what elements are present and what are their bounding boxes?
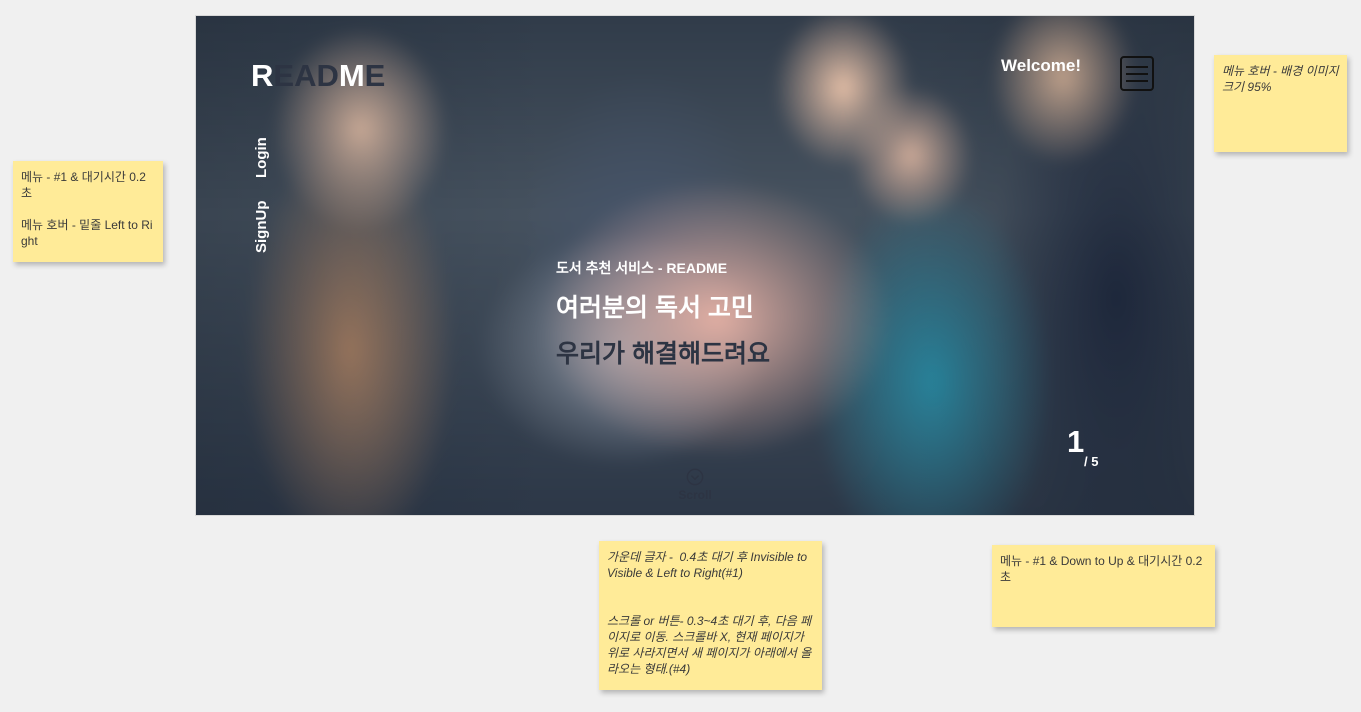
sticky-note-center-text: 가운데 글자 - 0.4초 대기 후 Invisible to Visible … [599,541,822,690]
signup-link[interactable]: SignUp [253,201,270,254]
hero-headline-1: 여러분의 독서 고민 [556,294,754,322]
logo-letter-r: R [251,58,274,93]
hero-subtitle: 도서 추천 서비스 - README [556,260,728,276]
logo[interactable]: README [251,58,385,94]
login-link[interactable]: Login [253,137,270,178]
chevron-down-circle-icon [686,468,704,486]
sticky-note-page-indicator: 메뉴 - #1 & Down to Up & 대기시간 0.2초 [992,545,1215,627]
page-indicator-current: 1 [1067,424,1085,459]
page-indicator-total: / 5 [1084,454,1099,469]
logo-letter-m: M [338,58,365,93]
logo-letters-ead: EAD [273,58,339,93]
welcome-text: Welcome! [1001,56,1081,75]
hero-frame: README Welcome! Login SignUp 도서 추천 서비스 -… [195,15,1195,516]
scroll-button[interactable]: Scroll [674,468,716,502]
scroll-label: Scroll [678,488,712,502]
hamburger-menu-icon[interactable] [1120,56,1154,91]
hero-headline-2: 우리가 해결해드려요 [556,340,770,368]
sticky-note-menu-hover: 메뉴 호버 - 배경 이미지 크기 95% [1214,55,1347,152]
logo-letter-e: E [364,58,386,93]
sticky-note-menu: 메뉴 - #1 & 대기시간 0.2초 메뉴 호버 - 밑줄 Left to R… [13,161,163,262]
